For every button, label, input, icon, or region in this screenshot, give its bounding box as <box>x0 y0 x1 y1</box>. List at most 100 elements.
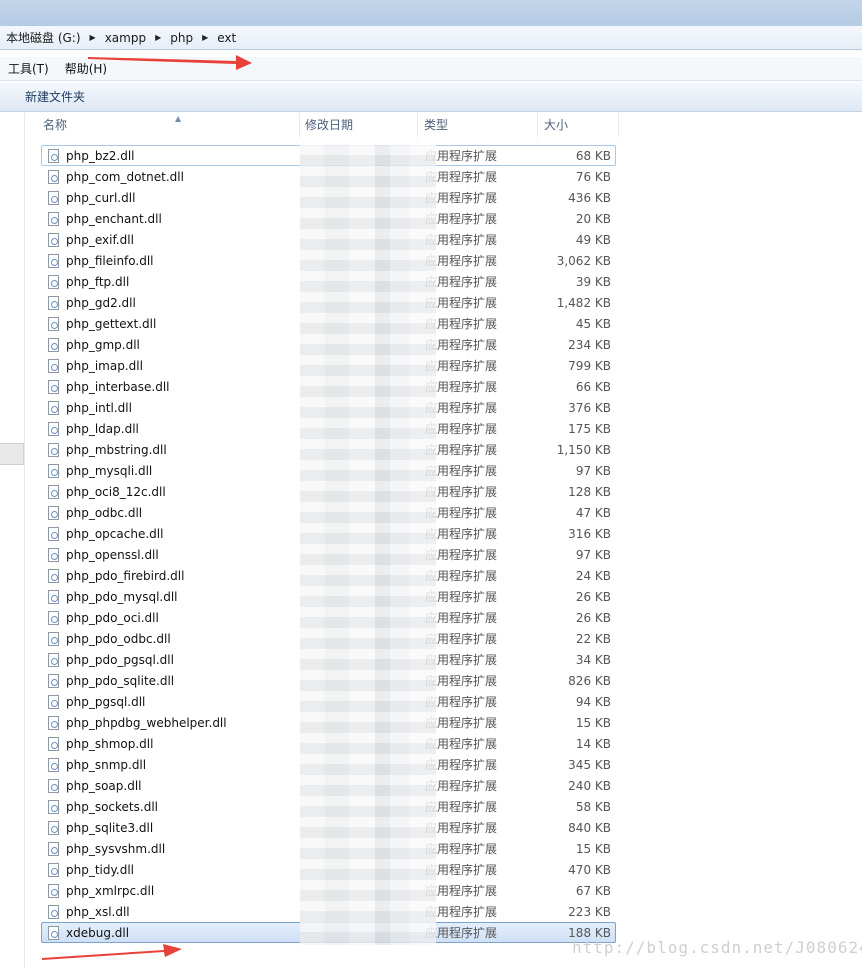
dll-file-icon <box>48 359 59 373</box>
breadcrumb-separator-icon[interactable]: ▶ <box>202 33 208 42</box>
file-name: php_sysvshm.dll <box>66 842 166 856</box>
annotation-arrow-top <box>88 55 252 70</box>
breadcrumb-ext[interactable]: ext <box>217 31 236 45</box>
new-folder-button[interactable]: 新建文件夹 <box>25 88 85 105</box>
file-size: 22 KB <box>575 632 611 646</box>
file-size: 799 KB <box>568 359 611 373</box>
file-size: 15 KB <box>575 716 611 730</box>
file-name: php_ftp.dll <box>66 275 130 289</box>
file-size: 66 KB <box>575 380 611 394</box>
dll-file-icon <box>48 863 59 877</box>
dll-file-icon <box>48 695 59 709</box>
command-bar: 新建文件夹 <box>0 82 862 112</box>
file-size: 67 KB <box>575 884 611 898</box>
dll-file-icon <box>48 632 59 646</box>
title-bar <box>0 0 862 26</box>
file-name: php_pdo_firebird.dll <box>66 569 185 583</box>
file-size: 840 KB <box>568 821 611 835</box>
dll-file-icon <box>48 254 59 268</box>
column-date[interactable]: 修改日期 <box>299 113 418 137</box>
column-size-label: 大小 <box>544 118 569 132</box>
address-bar[interactable]: 本地磁盘 (G:) ▶ xampp ▶ php ▶ ext <box>0 26 862 50</box>
menu-tools[interactable]: 工具(T) <box>8 60 49 77</box>
column-header: 名称 ▲ 修改日期 类型 大小 <box>25 113 862 137</box>
breadcrumb-drive[interactable]: 本地磁盘 (G:) <box>6 29 81 46</box>
dll-file-icon <box>48 170 59 184</box>
dll-file-icon <box>48 548 59 562</box>
dll-file-icon <box>48 569 59 583</box>
file-size: 26 KB <box>575 590 611 604</box>
file-size: 223 KB <box>568 905 611 919</box>
file-name: php_openssl.dll <box>66 548 159 562</box>
file-size: 39 KB <box>575 275 611 289</box>
file-name: php_gmp.dll <box>66 338 140 352</box>
column-date-label: 修改日期 <box>305 118 354 132</box>
file-name: php_mbstring.dll <box>66 443 167 457</box>
dll-file-icon <box>48 716 59 730</box>
file-name: php_interbase.dll <box>66 380 170 394</box>
file-size: 47 KB <box>575 506 611 520</box>
file-name: php_mysqli.dll <box>66 464 153 478</box>
file-size: 68 KB <box>575 149 611 163</box>
dll-file-icon <box>48 653 59 667</box>
dll-file-icon <box>48 758 59 772</box>
file-name: php_curl.dll <box>66 191 136 205</box>
column-type-label: 类型 <box>424 118 449 132</box>
file-name: php_shmop.dll <box>66 737 154 751</box>
dll-file-icon <box>48 149 59 163</box>
navigation-pane[interactable] <box>0 113 25 968</box>
column-size[interactable]: 大小 <box>538 113 619 137</box>
file-size: 3,062 KB <box>556 254 611 268</box>
column-type[interactable]: 类型 <box>418 113 538 137</box>
file-name: php_fileinfo.dll <box>66 254 154 268</box>
dll-file-icon <box>48 506 59 520</box>
file-name: php_tidy.dll <box>66 863 134 877</box>
file-size: 20 KB <box>575 212 611 226</box>
dll-file-icon <box>48 779 59 793</box>
dll-file-icon <box>48 464 59 478</box>
annotation-arrow-bottom <box>42 944 182 960</box>
file-size: 316 KB <box>568 527 611 541</box>
file-name: php_pdo_pgsql.dll <box>66 653 174 667</box>
dll-file-icon <box>48 737 59 751</box>
dll-file-icon <box>48 905 59 919</box>
file-size: 826 KB <box>568 674 611 688</box>
file-size: 240 KB <box>568 779 611 793</box>
column-name[interactable]: 名称 ▲ <box>37 113 300 137</box>
dll-file-icon <box>48 275 59 289</box>
file-size: 470 KB <box>568 863 611 877</box>
breadcrumb-separator-icon[interactable]: ▶ <box>155 33 161 42</box>
dll-file-icon <box>48 590 59 604</box>
file-size: 94 KB <box>575 695 611 709</box>
dll-file-icon <box>48 296 59 310</box>
file-size: 24 KB <box>575 569 611 583</box>
date-column-blur <box>300 145 436 945</box>
file-size: 436 KB <box>568 191 611 205</box>
file-name: php_sqlite3.dll <box>66 821 154 835</box>
file-size: 76 KB <box>575 170 611 184</box>
breadcrumb-separator-icon[interactable]: ▶ <box>90 33 96 42</box>
file-size: 1,482 KB <box>556 296 611 310</box>
breadcrumb-php[interactable]: php <box>170 31 193 45</box>
file-name: php_opcache.dll <box>66 527 164 541</box>
file-size: 14 KB <box>575 737 611 751</box>
file-name: php_pdo_odbc.dll <box>66 632 171 646</box>
dll-file-icon <box>48 380 59 394</box>
navigation-selected-item[interactable] <box>0 443 24 465</box>
file-name: php_xsl.dll <box>66 905 130 919</box>
file-size: 128 KB <box>568 485 611 499</box>
file-name: php_exif.dll <box>66 233 134 247</box>
dll-file-icon <box>48 401 59 415</box>
breadcrumb-xampp[interactable]: xampp <box>105 31 146 45</box>
sort-ascending-icon: ▲ <box>175 114 182 123</box>
dll-file-icon <box>48 926 59 940</box>
dll-file-icon <box>48 674 59 688</box>
dll-file-icon <box>48 233 59 247</box>
file-size: 49 KB <box>575 233 611 247</box>
file-name: php_gd2.dll <box>66 296 136 310</box>
column-name-label: 名称 <box>43 118 68 132</box>
file-name: php_imap.dll <box>66 359 143 373</box>
file-name: php_gettext.dll <box>66 317 157 331</box>
file-size: 234 KB <box>568 338 611 352</box>
file-size: 175 KB <box>568 422 611 436</box>
